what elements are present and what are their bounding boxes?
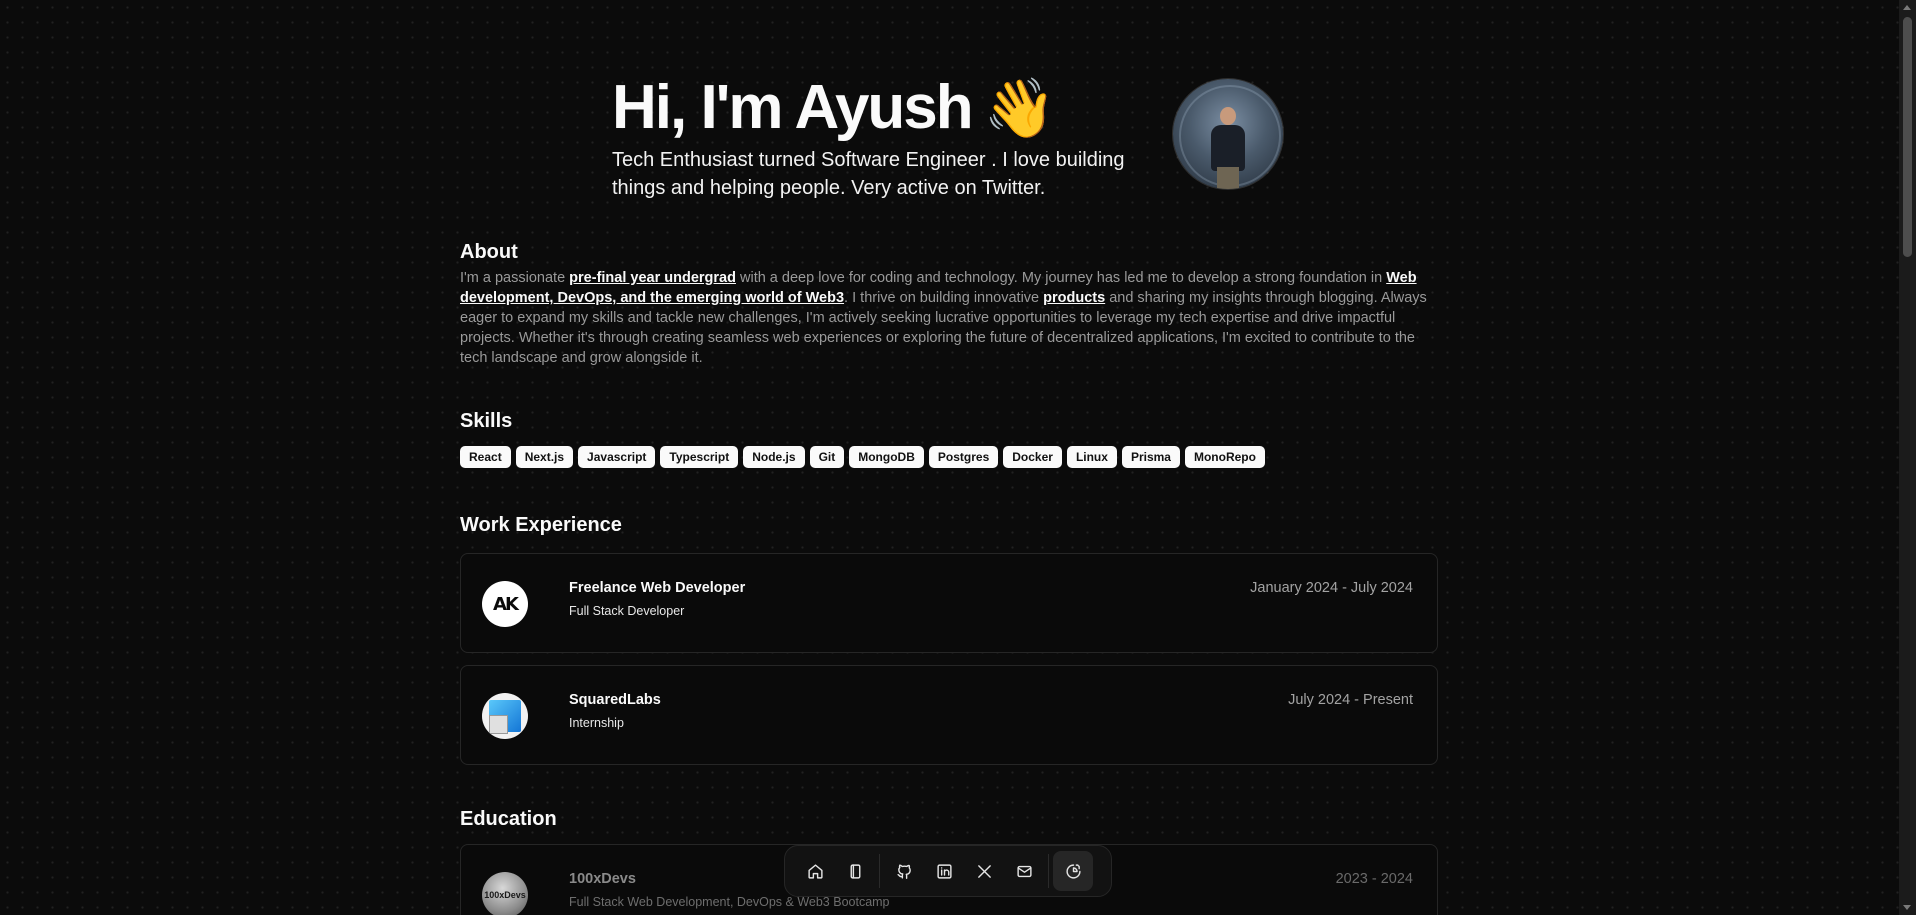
- skill-badge: Node.js: [743, 446, 805, 468]
- program-name: Full Stack Web Development, DevOps & Web…: [569, 895, 890, 909]
- skill-badge: Postgres: [928, 446, 999, 468]
- linkedin-icon: [936, 863, 952, 879]
- education-title: Education: [460, 808, 557, 830]
- email-button[interactable]: [1004, 851, 1044, 891]
- scroll-up-arrow[interactable]: [1903, 5, 1911, 10]
- job-role: Full Stack Developer: [569, 604, 685, 618]
- skill-badge: Typescript: [660, 446, 739, 468]
- bottom-dock: [784, 845, 1112, 897]
- skill-list: React Next.js Javascript Typescript Node…: [460, 446, 1438, 468]
- theme-toggle-button[interactable]: [1053, 851, 1093, 891]
- github-button[interactable]: [884, 851, 924, 891]
- dock-divider: [879, 854, 880, 888]
- skills-title: Skills: [460, 410, 513, 432]
- hero: Hi, I'm Ayush 👋 Tech Enthusiast turned So…: [612, 72, 1252, 202]
- skills-section: Skills React Next.js Javascript Typescri…: [460, 410, 1438, 468]
- hero-greeting: Hi, I'm Ayush: [612, 73, 974, 142]
- 100xdevs-logo: 100xDevs: [482, 872, 528, 915]
- job-role: Internship: [569, 716, 624, 730]
- job-dates: July 2024 - Present: [1288, 692, 1413, 708]
- education-section: Education 100xDevs 100xDevs Full Stack W…: [460, 808, 1438, 915]
- about-title: About: [460, 241, 518, 263]
- linkedin-button[interactable]: [924, 851, 964, 891]
- skill-badge: Prisma: [1121, 446, 1180, 468]
- home-icon: [807, 863, 823, 879]
- skill-badge: MonoRepo: [1184, 446, 1265, 468]
- work-title: Work Experience: [460, 514, 622, 536]
- about-text: I'm a passionate pre-final year undergra…: [460, 270, 1427, 366]
- mail-icon: [1016, 865, 1032, 877]
- theme-toggle-icon: [1065, 863, 1081, 879]
- github-icon: [896, 863, 911, 879]
- skill-badge: Docker: [1003, 446, 1062, 468]
- home-button[interactable]: [795, 851, 835, 891]
- hero-tagline: Tech Enthusiast turned Software Engineer…: [612, 149, 1125, 199]
- dock-divider: [1048, 854, 1049, 888]
- skill-badge: Javascript: [578, 446, 656, 468]
- company-name: SquaredLabs: [569, 692, 661, 708]
- skill-badge: Linux: [1066, 446, 1117, 468]
- job-dates: January 2024 - July 2024: [1250, 580, 1413, 596]
- x-button[interactable]: [964, 851, 1004, 891]
- avatar: [1173, 79, 1283, 189]
- skill-badge: Next.js: [515, 446, 574, 468]
- skill-badge: React: [460, 446, 511, 468]
- company-name: Freelance Web Developer: [569, 580, 746, 596]
- blog-button[interactable]: [835, 851, 875, 891]
- scrollbar-thumb[interactable]: [1903, 17, 1912, 257]
- work-card-freelance[interactable]: AK Freelance Web Developer Full Stack De…: [460, 553, 1438, 653]
- wave-emoji: 👋: [983, 74, 1056, 142]
- hero-heading: Hi, I'm Ayush 👋: [612, 72, 1252, 144]
- scroll-down-arrow[interactable]: [1903, 905, 1911, 910]
- vertical-scrollbar[interactable]: [1899, 0, 1916, 915]
- products-link[interactable]: products: [1043, 290, 1105, 306]
- squaredlabs-logo: [482, 693, 528, 739]
- ak-logo: AK: [482, 581, 528, 627]
- skill-badge: MongoDB: [849, 446, 924, 468]
- work-section: Work Experience AK Freelance Web Develop…: [460, 514, 1438, 765]
- education-dates: 2023 - 2024: [1335, 871, 1413, 887]
- work-card-squaredlabs[interactable]: SquaredLabs Internship July 2024 - Prese…: [460, 665, 1438, 765]
- notebook-icon: [850, 863, 860, 879]
- undergrad-link[interactable]: pre-final year undergrad: [569, 270, 736, 286]
- about-section: About I'm a passionate pre-final year un…: [460, 241, 1438, 368]
- school-name: 100xDevs: [569, 871, 636, 887]
- x-icon: [977, 864, 991, 878]
- skill-badge: Git: [809, 446, 845, 468]
